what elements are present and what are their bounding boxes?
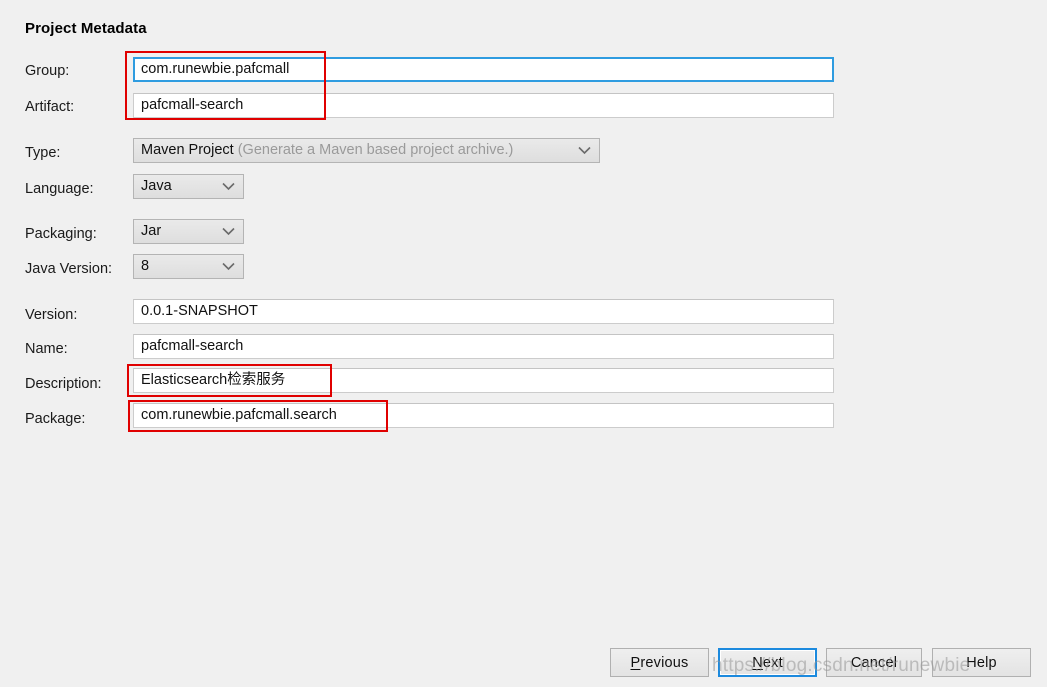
chevron-down-icon [221,175,235,198]
language-select-value: Java [141,178,172,194]
cancel-button[interactable]: Cancel [826,648,922,677]
language-select[interactable]: Java [133,174,244,199]
previous-button[interactable]: Previous [610,648,709,677]
type-label: Type: [25,145,61,161]
language-label: Language: [25,181,94,197]
package-input[interactable]: com.runewbie.pafcmall.search [133,403,834,428]
name-label: Name: [25,341,68,357]
name-input[interactable]: pafcmall-search [133,334,834,359]
java-version-select-value: 8 [141,258,150,274]
version-input[interactable]: 0.0.1-SNAPSHOT [133,299,834,324]
description-label: Description: [25,376,102,392]
packaging-select-value: Jar [141,223,162,239]
next-button[interactable]: Next [718,648,817,677]
java-version-label: Java Version: [25,261,113,277]
package-label: Package: [25,411,86,427]
group-label: Group: [25,63,70,79]
packaging-label: Packaging: [25,226,97,242]
project-metadata-panel: Project Metadata Group: com.runewbie.paf… [0,0,1047,687]
page-title: Project Metadata [25,20,147,37]
chevron-down-icon [221,220,235,243]
help-button[interactable]: Help [932,648,1031,677]
chevron-down-icon [577,139,591,162]
packaging-select[interactable]: Jar [133,219,244,244]
type-select-value: Maven Project [141,142,234,158]
version-label: Version: [25,307,78,323]
chevron-down-icon [221,255,235,278]
type-select[interactable]: Maven Project (Generate a Maven based pr… [133,138,600,163]
artifact-input[interactable]: pafcmall-search [133,93,834,118]
description-input[interactable]: Elasticsearch检索服务 [133,368,834,393]
group-input[interactable]: com.runewbie.pafcmall [133,57,834,82]
java-version-select[interactable]: 8 [133,254,244,279]
artifact-label: Artifact: [25,99,75,115]
type-select-hint: (Generate a Maven based project archive.… [237,142,514,158]
next-button-label: Next [752,654,783,671]
previous-button-label: Previous [630,654,689,671]
